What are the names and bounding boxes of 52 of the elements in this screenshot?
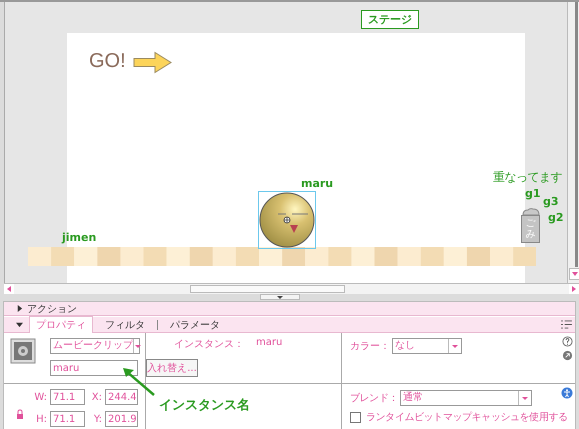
symbol-type-dropdown[interactable]: ムービークリップ bbox=[50, 338, 140, 354]
instance-label: インスタンス： bbox=[174, 338, 244, 351]
symbol-icon bbox=[10, 338, 36, 364]
blend-label: ブレンド： bbox=[350, 392, 398, 405]
x-field[interactable]: 244.4 bbox=[105, 389, 138, 405]
group-label: g2 bbox=[548, 211, 564, 224]
caret-icon bbox=[521, 394, 530, 402]
cache-checkbox[interactable] bbox=[350, 412, 361, 422]
width-field[interactable]: 71.1 bbox=[50, 389, 85, 405]
expand-icon[interactable] bbox=[16, 305, 23, 312]
width-label: W: bbox=[33, 392, 48, 402]
scroll-thumb[interactable] bbox=[190, 284, 345, 292]
group-label: g1 bbox=[525, 187, 541, 200]
swap-button[interactable]: 入れ替え... bbox=[146, 359, 198, 377]
y-field[interactable]: 201.9 bbox=[105, 411, 138, 427]
caret-icon bbox=[451, 342, 459, 350]
splitter-handle[interactable] bbox=[260, 294, 300, 300]
scroll-right-icon[interactable] bbox=[569, 284, 579, 294]
arrow-right-icon bbox=[133, 51, 173, 74]
blend-dropdown[interactable]: 通常 bbox=[400, 390, 532, 406]
cache-label: ランタイムビットマップキャッシュを使用する bbox=[366, 410, 568, 424]
menu-icon[interactable] bbox=[561, 320, 572, 329]
help-icon[interactable] bbox=[562, 336, 573, 347]
x-label: X: bbox=[90, 392, 103, 402]
panel-tab[interactable]: パラメータ bbox=[164, 316, 226, 332]
stage-tag: ステージ bbox=[361, 10, 419, 29]
ball-drawing bbox=[258, 191, 316, 249]
panel-tab[interactable]: フィルタ bbox=[99, 316, 151, 332]
lock-icon[interactable] bbox=[16, 409, 24, 419]
color-label: カラー： bbox=[350, 340, 390, 353]
lid-icon bbox=[522, 208, 540, 215]
go-text: GO! bbox=[89, 50, 126, 73]
panel-header[interactable]: アクション bbox=[4, 302, 575, 316]
scroll-left-icon[interactable] bbox=[4, 284, 14, 294]
caret-icon bbox=[134, 342, 142, 350]
character-label: maru bbox=[301, 177, 334, 190]
height-label: H: bbox=[35, 414, 48, 424]
y-label: Y: bbox=[92, 414, 103, 424]
trash-label: ごみ bbox=[521, 215, 540, 243]
edit-icon[interactable] bbox=[562, 350, 573, 361]
scroll-down-icon[interactable] bbox=[569, 268, 579, 280]
annotation-text: インスタンス名 bbox=[159, 397, 250, 414]
ground-label: jimen bbox=[62, 231, 96, 244]
collapse-icon[interactable] bbox=[16, 321, 23, 328]
overlap-note: 重なってます bbox=[493, 169, 562, 186]
panel-tab[interactable]: プロパティ bbox=[29, 316, 93, 333]
color-dropdown[interactable]: なし bbox=[392, 338, 462, 354]
group-label: g3 bbox=[543, 195, 559, 208]
accessibility-icon[interactable] bbox=[561, 387, 573, 399]
instance-value: maru bbox=[256, 337, 282, 350]
height-field[interactable]: 71.1 bbox=[50, 411, 85, 427]
instance-name-field[interactable]: maru bbox=[50, 360, 138, 376]
